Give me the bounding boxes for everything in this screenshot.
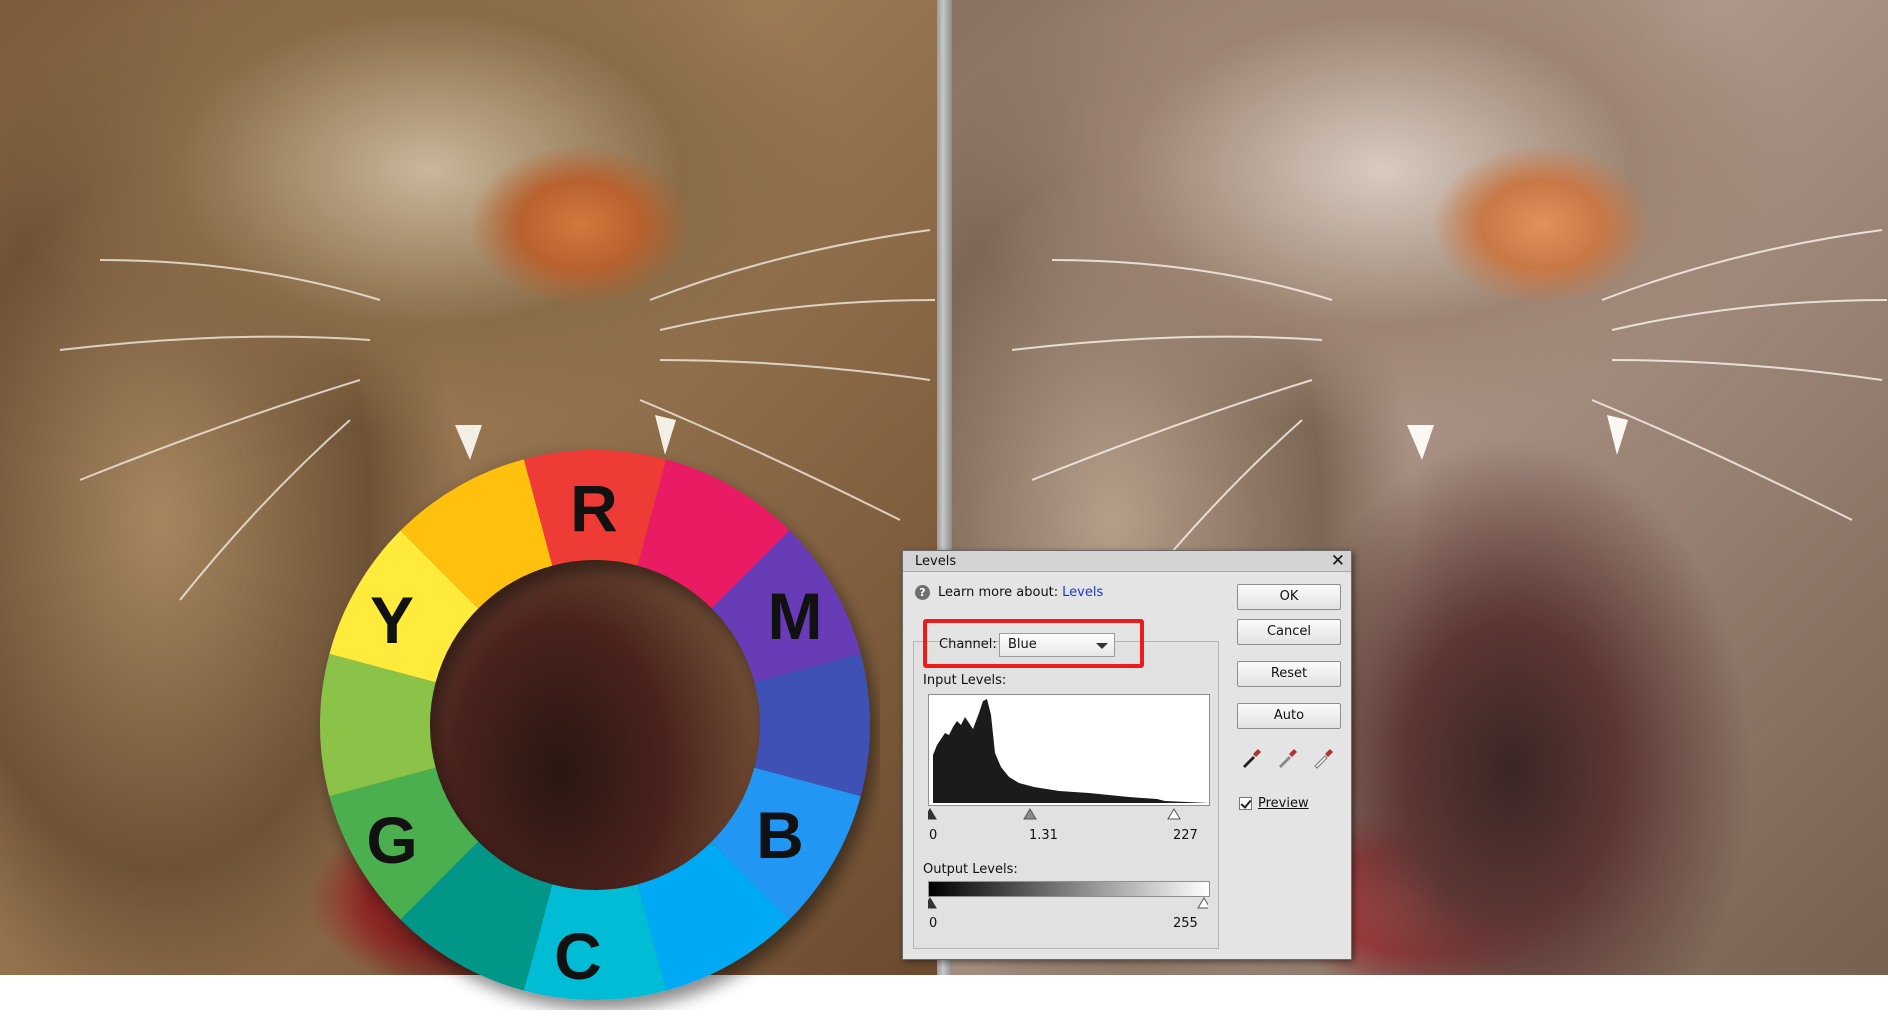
input-gamma-slider-handle — [1023, 808, 1037, 820]
wheel-letter-m: M — [768, 579, 823, 653]
output-black-value[interactable]: 0 — [929, 916, 937, 931]
ok-button[interactable]: OK — [1237, 584, 1341, 610]
wheel-letter-r: R — [570, 471, 618, 545]
input-slider[interactable] — [928, 807, 1208, 821]
input-black-slider-handle — [928, 808, 937, 820]
gray-eyedropper-icon[interactable] — [1275, 746, 1299, 770]
output-levels-label: Output Levels: — [923, 862, 1018, 877]
output-white-slider-handle — [1197, 897, 1208, 909]
preview-label: Preview — [1258, 796, 1309, 811]
auto-button[interactable]: Auto — [1237, 703, 1341, 729]
output-black-slider-handle — [928, 897, 937, 909]
wheel-letter-g: G — [366, 803, 417, 877]
output-white-value[interactable]: 255 — [1173, 916, 1198, 931]
input-white-slider-handle — [1167, 808, 1181, 820]
help-link-levels[interactable]: Levels — [1062, 585, 1103, 600]
dialog-title: Levels — [915, 554, 957, 569]
color-wheel: R M B C G Y — [320, 450, 870, 1000]
preview-toggle[interactable]: Preview — [1239, 796, 1309, 811]
white-eyedropper-icon[interactable] — [1311, 746, 1335, 770]
channel-highlight-box — [923, 619, 1144, 668]
input-white-value[interactable]: 227 — [1173, 828, 1198, 843]
wheel-letter-c: C — [554, 919, 602, 993]
input-black-value[interactable]: 0 — [929, 828, 937, 843]
black-eyedropper-icon[interactable] — [1239, 746, 1263, 770]
input-levels-label: Input Levels: — [923, 673, 1007, 688]
dialog-titlebar[interactable]: Levels ✕ — [903, 551, 1351, 572]
wheel-letter-y: Y — [370, 583, 414, 657]
help-icon: ? — [915, 585, 930, 600]
preview-checkbox[interactable] — [1239, 797, 1252, 810]
output-slider[interactable] — [928, 896, 1208, 910]
levels-dialog: Levels ✕ ? Learn more about: Levels OK C… — [902, 550, 1352, 960]
reset-button[interactable]: Reset — [1237, 661, 1341, 687]
eyedropper-group — [1239, 746, 1335, 770]
output-gradient — [928, 881, 1210, 897]
help-text: Learn more about: — [938, 585, 1059, 600]
close-icon[interactable]: ✕ — [1331, 551, 1345, 571]
help-row: ? Learn more about: Levels — [915, 585, 1103, 600]
wheel-letter-b: B — [756, 798, 804, 872]
histogram — [928, 694, 1210, 806]
cancel-button[interactable]: Cancel — [1237, 619, 1341, 645]
input-gamma-value[interactable]: 1.31 — [1029, 828, 1058, 843]
